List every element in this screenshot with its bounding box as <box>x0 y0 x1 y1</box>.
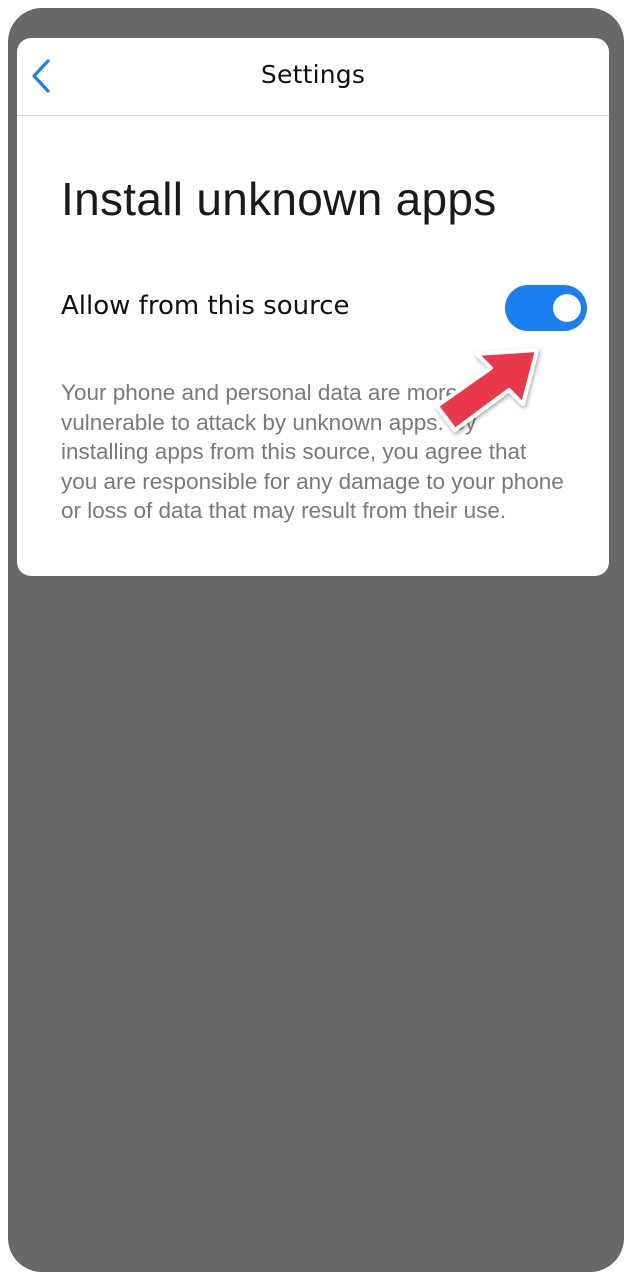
warning-description: Your phone and personal data are more vu… <box>61 380 564 523</box>
header-bar: Settings <box>17 38 609 116</box>
switch-knob <box>553 294 581 322</box>
phone-frame: Settings Install unknown apps Allow from… <box>8 8 624 1272</box>
page-title: Install unknown apps <box>61 173 497 225</box>
allow-source-switch[interactable] <box>505 285 587 331</box>
allow-source-row[interactable]: Allow from this source <box>17 276 609 340</box>
header-title: Settings <box>260 60 366 89</box>
toggle-label: Allow from this source <box>61 291 350 321</box>
settings-panel: Settings Install unknown apps Allow from… <box>17 38 609 576</box>
